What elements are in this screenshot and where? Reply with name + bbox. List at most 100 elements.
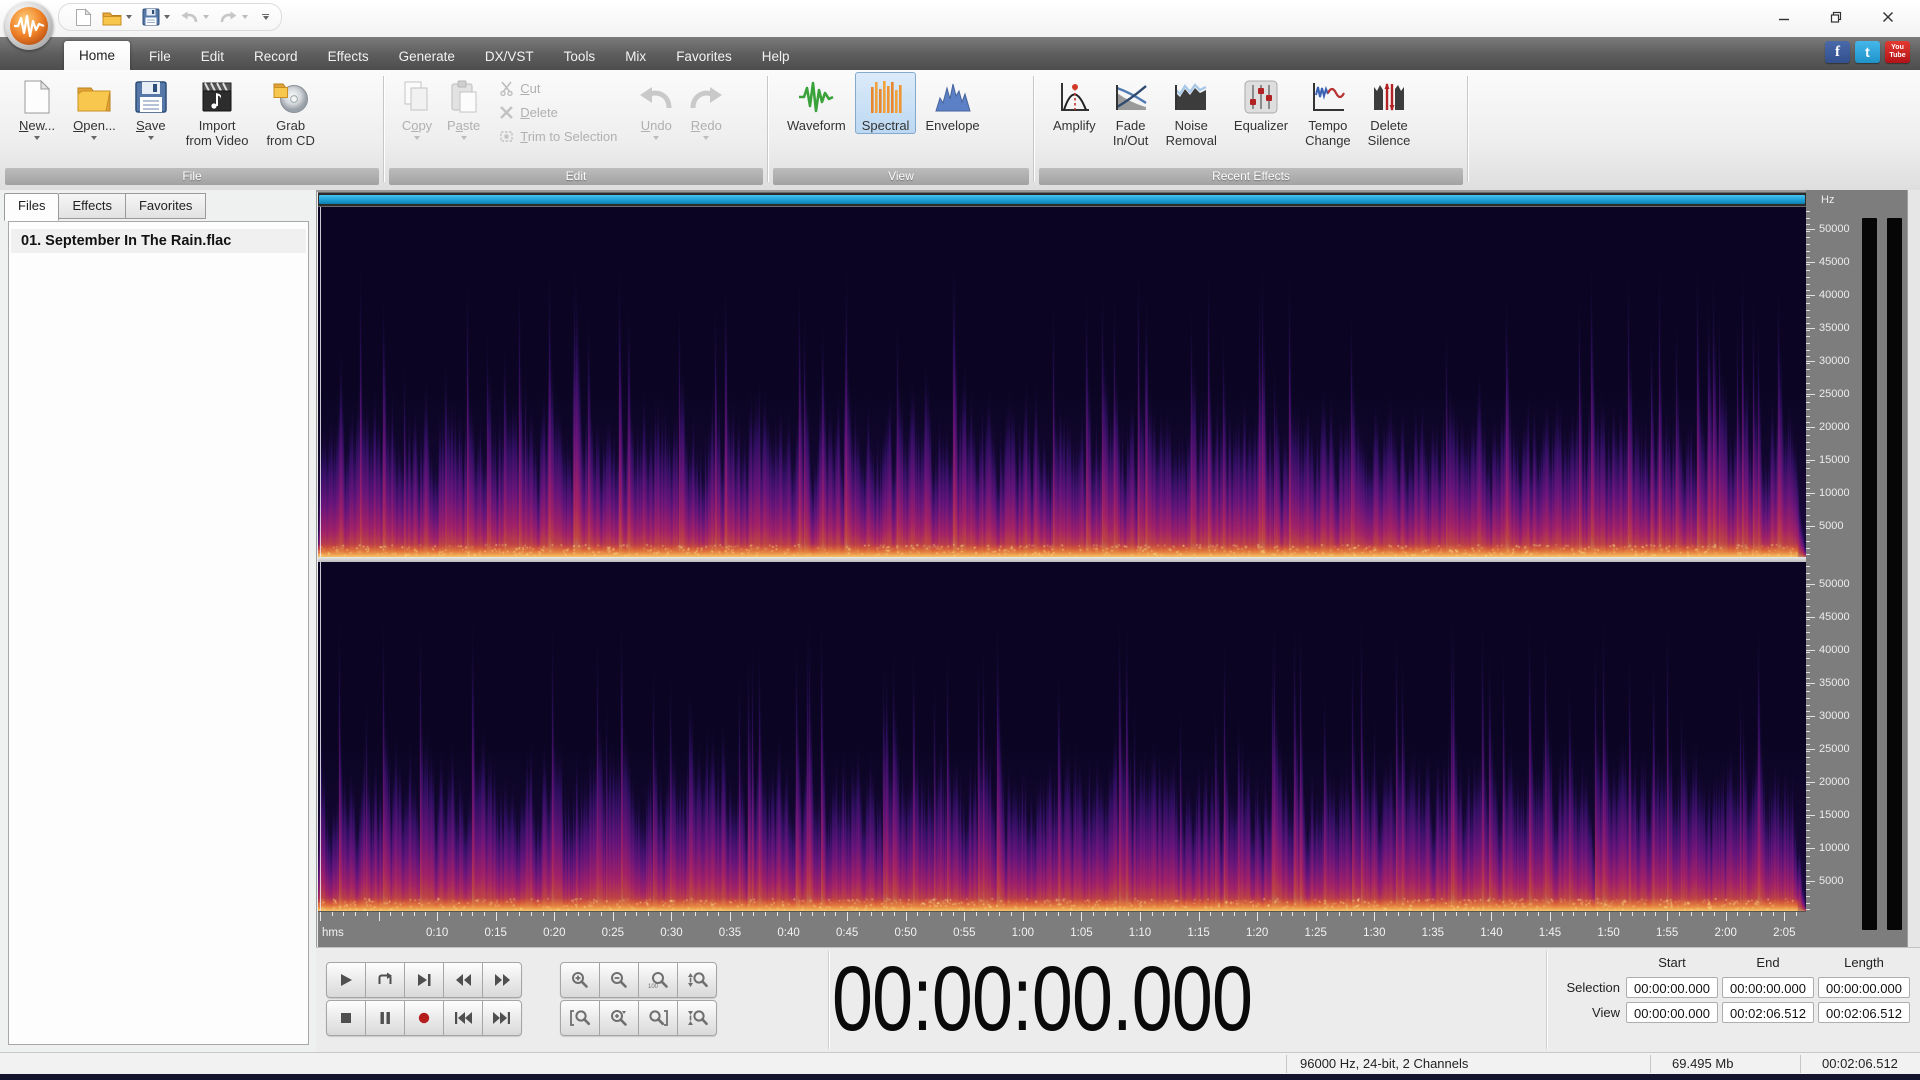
playhead-cursor[interactable] xyxy=(320,207,321,557)
redo-button[interactable]: Redo xyxy=(681,72,731,141)
fade-in-out-button[interactable]: Fade In/Out xyxy=(1106,72,1156,149)
zoom-vertical-out-button[interactable] xyxy=(677,1000,717,1036)
zoom-selection-start-button[interactable] xyxy=(560,1000,600,1036)
paste-dropdown-caret[interactable] xyxy=(460,136,467,140)
zoom-vertical-in-button[interactable] xyxy=(677,962,717,998)
tempo-change-button[interactable]: Tempo Change xyxy=(1298,72,1358,149)
play-to-end-button[interactable] xyxy=(404,962,444,998)
ribbon-tab-record[interactable]: Record xyxy=(239,44,313,70)
zoom-selection-button[interactable] xyxy=(599,1000,639,1036)
playhead-cursor[interactable] xyxy=(320,562,321,911)
copy-button[interactable]: Copy xyxy=(394,72,440,141)
zoom-100-button[interactable]: 100 xyxy=(638,962,678,998)
delete-button[interactable]: Delete xyxy=(495,100,621,124)
ribbon-tab-effects[interactable]: Effects xyxy=(313,44,384,70)
grab-from-cd-button[interactable]: Grab from CD xyxy=(259,72,321,149)
ribbon-tab-favorites[interactable]: Favorites xyxy=(661,44,747,70)
waveform-view-button[interactable]: Waveform xyxy=(780,72,853,134)
horizontal-scrollbar-thumb[interactable] xyxy=(319,195,1805,204)
spectrogram-channel-2[interactable] xyxy=(318,562,1806,911)
trim-to-selection-button[interactable]: Trim to Selection xyxy=(495,124,621,148)
freq-tick xyxy=(1806,896,1810,897)
youtube-icon[interactable]: You Tube xyxy=(1885,41,1910,63)
go-to-end-button[interactable] xyxy=(482,1000,522,1036)
copy-dropdown-caret[interactable] xyxy=(414,136,420,140)
ribbon-tab-mix[interactable]: Mix xyxy=(610,44,661,70)
open-dropdown-caret[interactable] xyxy=(126,15,132,19)
close-button[interactable] xyxy=(1862,0,1914,34)
redo-dropdown-caret[interactable] xyxy=(703,136,710,140)
zoom-selection-end-button[interactable] xyxy=(638,1000,678,1036)
undo-button[interactable]: Undo xyxy=(631,72,681,141)
envelope-view-button[interactable]: Envelope xyxy=(918,72,986,134)
stop-button[interactable] xyxy=(326,1000,366,1036)
quick-redo-button[interactable] xyxy=(215,7,252,27)
open-button[interactable]: Open... xyxy=(66,72,123,141)
ribbon-tab-dxvst[interactable]: DX/VST xyxy=(470,44,549,70)
save-button[interactable]: Save xyxy=(127,72,175,141)
app-logo[interactable] xyxy=(5,2,53,50)
redo-dropdown-caret[interactable] xyxy=(242,15,248,19)
ribbon-tab-tools[interactable]: Tools xyxy=(549,44,611,70)
new-button[interactable]: New... xyxy=(12,72,62,141)
timeline-tick xyxy=(542,912,544,916)
noise-removal-button[interactable]: Noise Removal xyxy=(1159,72,1224,149)
freq-tick-major xyxy=(1806,229,1815,230)
undo-dropdown-caret[interactable] xyxy=(653,136,660,140)
fast-forward-button[interactable] xyxy=(482,962,522,998)
freq-tick xyxy=(1806,902,1810,904)
spectrogram-channel-1[interactable] xyxy=(318,207,1806,557)
ribbon-tab-generate[interactable]: Generate xyxy=(384,44,470,70)
file-list-item[interactable]: 01. September In The Rain.flac xyxy=(11,229,306,253)
ribbon-tab-edit[interactable]: Edit xyxy=(186,44,239,70)
zoom-in-button[interactable] xyxy=(560,962,600,998)
selection-end-field[interactable]: 00:00:00.000 xyxy=(1722,977,1814,998)
sidebar-tab-favorites[interactable]: Favorites xyxy=(125,193,207,219)
facebook-icon[interactable]: f xyxy=(1825,41,1850,63)
view-length-field[interactable]: 00:02:06.512 xyxy=(1818,1002,1910,1023)
view-start-field[interactable]: 00:00:00.000 xyxy=(1626,1002,1718,1023)
record-button[interactable] xyxy=(404,1000,444,1036)
amplify-button[interactable]: Amplify xyxy=(1046,72,1103,134)
new-dropdown-caret[interactable] xyxy=(34,136,41,140)
horizontal-scrollbar[interactable] xyxy=(318,192,1806,207)
paste-button[interactable]: Paste xyxy=(440,72,487,141)
undo-dropdown-caret[interactable] xyxy=(203,15,209,19)
freq-tick xyxy=(1806,389,1810,391)
quick-save-button[interactable] xyxy=(138,6,174,28)
minimize-button[interactable] xyxy=(1758,0,1810,34)
play-button[interactable] xyxy=(326,962,366,998)
view-end-field[interactable]: 00:02:06.512 xyxy=(1722,1002,1814,1023)
sidebar-tab-files[interactable]: Files xyxy=(4,193,60,221)
timeline-ruler[interactable]: hms 0:10 0:15 0:20 0:25 0:30 0:35 0:40 0:45 0:50… xyxy=(318,911,1806,948)
vertical-scrollbar[interactable] xyxy=(1907,190,1920,947)
cut-button[interactable]: Cut xyxy=(495,76,621,100)
twitter-icon[interactable]: t xyxy=(1855,41,1880,63)
spectral-view-button[interactable]: Spectral xyxy=(854,72,917,134)
ribbon-tab-home[interactable]: Home xyxy=(64,41,131,70)
maximize-button[interactable] xyxy=(1810,0,1862,34)
ribbon-tab-file[interactable]: File xyxy=(134,44,186,70)
open-dropdown-caret[interactable] xyxy=(91,136,98,140)
pause-button[interactable] xyxy=(365,1000,405,1036)
selection-length-field[interactable]: 00:00:00.000 xyxy=(1818,977,1910,998)
selection-start-field[interactable]: 00:00:00.000 xyxy=(1626,977,1718,998)
ribbon-tab-help[interactable]: Help xyxy=(747,44,805,70)
loop-playback-button[interactable] xyxy=(365,962,405,998)
timeline-label: 1:25 xyxy=(1304,927,1327,939)
equalizer-button[interactable]: Equalizer xyxy=(1227,72,1295,134)
import-from-video-button[interactable]: Import from Video xyxy=(179,72,256,149)
go-to-start-button[interactable] xyxy=(443,1000,483,1036)
group-label-edit: Edit xyxy=(389,168,763,185)
zoom-out-button[interactable] xyxy=(599,962,639,998)
delete-icon xyxy=(500,105,514,119)
rewind-button[interactable] xyxy=(443,962,483,998)
quick-new-button[interactable] xyxy=(71,6,96,29)
sidebar-tab-effects[interactable]: Effects xyxy=(59,193,126,219)
save-dropdown-caret[interactable] xyxy=(164,15,170,19)
customize-toolbar-button[interactable] xyxy=(262,13,269,21)
save-dropdown-caret[interactable] xyxy=(147,136,154,140)
quick-undo-button[interactable] xyxy=(176,7,213,27)
quick-open-button[interactable] xyxy=(98,7,136,28)
delete-silence-button[interactable]: Delete Silence xyxy=(1361,72,1418,149)
